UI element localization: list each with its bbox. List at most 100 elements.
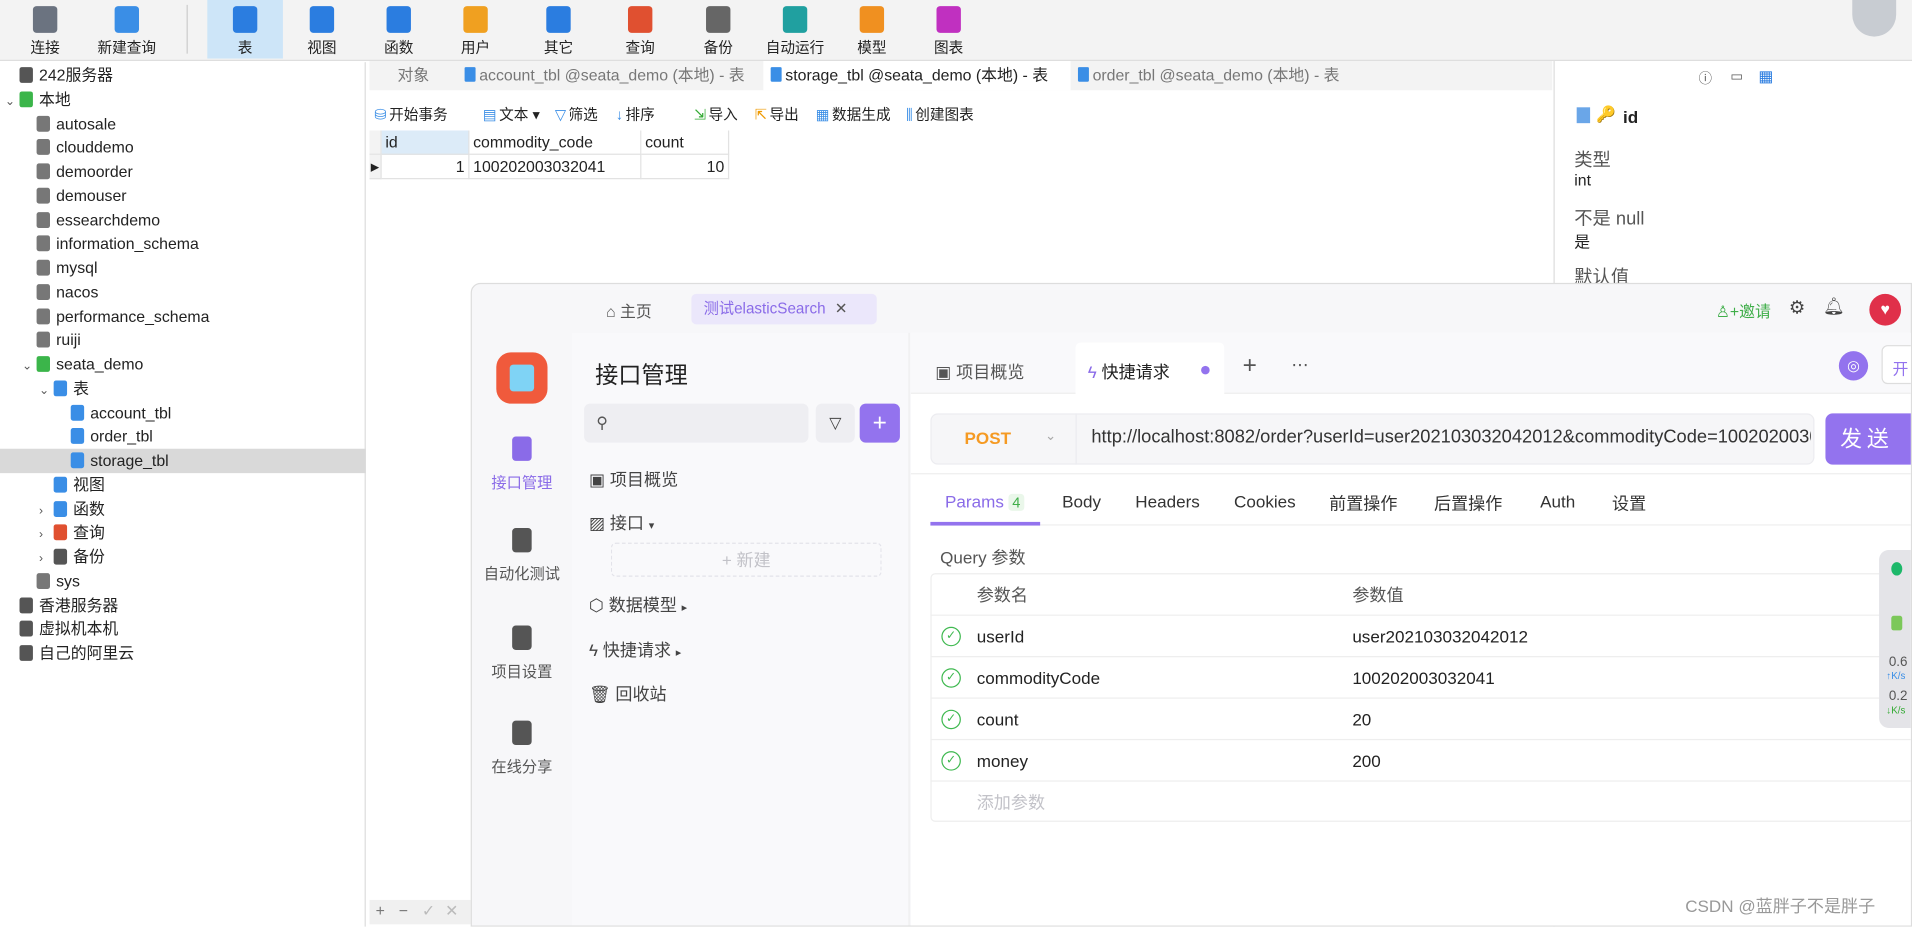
- tree-item[interactable]: demoorder: [0, 160, 366, 184]
- tab-settings[interactable]: 设置: [1612, 491, 1646, 515]
- param-value[interactable]: 200: [1352, 740, 1380, 781]
- import-button[interactable]: ⇲ 导入: [694, 102, 738, 126]
- more-icon[interactable]: ⋯: [1291, 355, 1308, 376]
- open-button[interactable]: 开: [1881, 345, 1911, 385]
- tree-item[interactable]: ruiji: [0, 328, 366, 352]
- tab-headers[interactable]: Headers: [1135, 491, 1200, 511]
- tree-item[interactable]: › 查询: [0, 521, 366, 545]
- tree-item[interactable]: › 函数: [0, 497, 366, 521]
- tab-2[interactable]: storage_tbl @seata_demo (本地) - 表: [763, 60, 1071, 91]
- tree-item[interactable]: 242服务器: [0, 63, 366, 87]
- tree-item[interactable]: ⌄ seata_demo: [0, 352, 366, 376]
- row-pointer-icon[interactable]: ▶: [369, 154, 382, 180]
- close-icon[interactable]: ✕: [835, 300, 848, 317]
- user-avatar-heart[interactable]: ♥: [1869, 293, 1902, 326]
- checkbox-checked-icon[interactable]: ✓: [941, 626, 961, 647]
- tree-item[interactable]: ⌄ 本地: [0, 87, 366, 111]
- toolbar-query-button[interactable]: 查询: [602, 0, 678, 59]
- toolbar-robot-button[interactable]: 自动运行: [757, 0, 833, 59]
- tab-cookies[interactable]: Cookies: [1234, 491, 1296, 511]
- ddl-icon[interactable]: ▭: [1730, 68, 1743, 85]
- text-button[interactable]: ▤ 文本 ▾: [483, 102, 540, 126]
- tree-item[interactable]: clouddemo: [0, 136, 366, 160]
- method-select[interactable]: POST ⌄: [930, 413, 1077, 465]
- column-header-commodity-code[interactable]: commodity_code: [469, 130, 642, 155]
- discard-button[interactable]: ✕: [445, 901, 458, 921]
- param-name[interactable]: count: [977, 699, 1019, 740]
- home-tab[interactable]: ⌂ 主页: [606, 299, 652, 322]
- tree-item[interactable]: order_tbl: [0, 425, 366, 449]
- tree-item[interactable]: 香港服务器: [0, 593, 366, 617]
- sort-button[interactable]: ↓ 排序: [616, 102, 655, 126]
- toolbar-view-button[interactable]: 视图: [284, 0, 360, 59]
- tree-item[interactable]: storage_tbl: [0, 448, 366, 473]
- param-value[interactable]: user202103032042012: [1352, 616, 1528, 657]
- sidebar-recycle-bin[interactable]: 🗑︎ 回收站: [589, 682, 667, 706]
- create-chart-button[interactable]: ⫼ 创建图表: [906, 102, 974, 126]
- chevron-down-icon[interactable]: ⌄: [22, 355, 37, 379]
- info-icon[interactable]: ⓘ: [1699, 68, 1712, 88]
- send-button[interactable]: 发送: [1825, 413, 1911, 465]
- param-name[interactable]: commodityCode: [977, 657, 1100, 698]
- add-param-row[interactable]: 添加参数: [930, 782, 1910, 823]
- tree-item[interactable]: 视图: [0, 473, 366, 497]
- export-button[interactable]: ⇱ 导出: [755, 102, 799, 126]
- nav-project-settings[interactable]: 项目设置: [472, 625, 572, 682]
- param-row[interactable]: ✓ count 20: [930, 699, 1911, 741]
- tree-item[interactable]: performance_schema: [0, 304, 366, 328]
- tree-item[interactable]: sys: [0, 569, 366, 593]
- tab-post-processors[interactable]: 后置操作: [1434, 491, 1502, 515]
- project-tab[interactable]: 测试elasticSearch ✕: [691, 293, 877, 325]
- checkbox-checked-icon[interactable]: ✓: [941, 709, 961, 730]
- tree-item[interactable]: ⌄ 表: [0, 376, 366, 400]
- add-row-button[interactable]: +: [376, 901, 385, 919]
- param-value[interactable]: 20: [1352, 699, 1371, 740]
- checkbox-checked-icon[interactable]: ✓: [941, 668, 961, 688]
- param-name[interactable]: userId: [977, 616, 1024, 657]
- new-tab-button[interactable]: +: [1243, 352, 1257, 380]
- toolbar-function-button[interactable]: 函数: [361, 0, 437, 59]
- tab-0[interactable]: 对象: [369, 61, 457, 90]
- toolbar-model-button[interactable]: 模型: [834, 0, 910, 59]
- tab-params[interactable]: Params 4: [945, 491, 1025, 511]
- nav-automation-test[interactable]: 自动化测试: [472, 528, 572, 584]
- tree-item[interactable]: nacos: [0, 280, 366, 304]
- apply-button[interactable]: ✓: [422, 901, 435, 921]
- tree-item[interactable]: › 备份: [0, 545, 366, 569]
- tree-item[interactable]: account_tbl: [0, 401, 366, 425]
- toolbar-new-query-button[interactable]: 新建查询: [89, 0, 165, 59]
- tree-item[interactable]: information_schema: [0, 232, 366, 256]
- chevron-down-icon[interactable]: ⌄: [39, 379, 54, 403]
- search-input[interactable]: ⚲: [584, 403, 809, 443]
- new-api-button[interactable]: + 新建: [610, 542, 882, 577]
- column-header-id[interactable]: id: [381, 130, 470, 155]
- chevron-down-icon[interactable]: ⌄: [5, 90, 20, 114]
- env-icon[interactable]: ◎: [1838, 351, 1869, 381]
- tree-item[interactable]: 自己的阿里云: [0, 641, 366, 665]
- tree-item[interactable]: essearchdemo: [0, 208, 366, 232]
- toolbar-tools-button[interactable]: 其它: [521, 0, 597, 59]
- cell-id[interactable]: 1: [381, 154, 470, 180]
- toolbar-chart-button[interactable]: 图表: [911, 0, 987, 59]
- url-input[interactable]: http://localhost:8082/order?userId=user2…: [1091, 427, 1810, 448]
- toolbar-table-button[interactable]: 表: [207, 0, 283, 59]
- begin-transaction-button[interactable]: ⛁ 开始事务: [374, 102, 447, 126]
- filter-button[interactable]: ▽: [815, 403, 855, 443]
- tree-item[interactable]: demouser: [0, 184, 366, 208]
- tab-body[interactable]: Body: [1062, 491, 1101, 511]
- tree-item[interactable]: autosale: [0, 112, 366, 136]
- add-button[interactable]: +: [859, 403, 900, 443]
- tree-item[interactable]: 虚拟机本机: [0, 617, 366, 641]
- chevron-right-icon[interactable]: ›: [39, 523, 54, 547]
- tab-project-overview[interactable]: ▣ 项目概览: [935, 360, 1024, 384]
- add-param-placeholder[interactable]: 添加参数: [977, 782, 1045, 823]
- toolbar-plug-button[interactable]: 连接: [7, 0, 83, 59]
- nav-online-share[interactable]: 在线分享: [472, 720, 572, 777]
- sidebar-data-model[interactable]: ⬡ 数据模型 ▸: [589, 593, 687, 617]
- data-generation-button[interactable]: ▦ 数据生成: [816, 102, 891, 126]
- param-value[interactable]: 100202003032041: [1352, 657, 1494, 698]
- param-row[interactable]: ✓ commodityCode 100202003032041: [930, 657, 1911, 699]
- param-row[interactable]: ✓ userId user202103032042012: [930, 616, 1911, 658]
- bell-icon[interactable]: 🔔︎: [1823, 296, 1845, 317]
- tab-quick-request[interactable]: ϟ 快捷请求: [1075, 342, 1225, 396]
